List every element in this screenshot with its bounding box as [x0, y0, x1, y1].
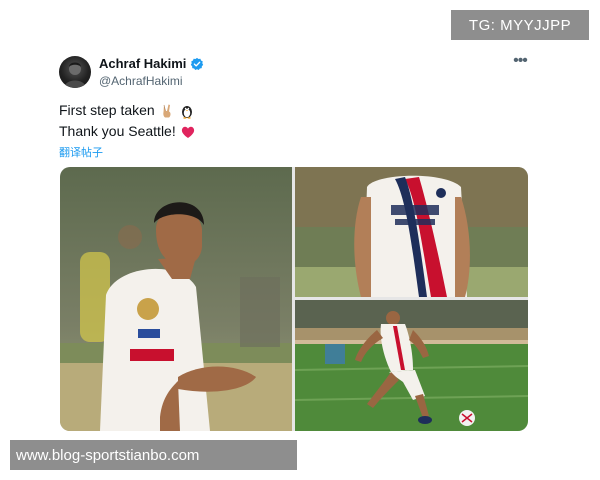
site-watermark: www.blog-sportstianbo.com [10, 440, 297, 470]
photo-jersey-closeup[interactable] [295, 167, 528, 297]
avatar[interactable] [59, 56, 91, 88]
verified-badge-icon [190, 57, 204, 71]
author-handle[interactable]: @AchrafHakimi [99, 74, 183, 88]
photo-player-kicking-ball[interactable] [295, 300, 528, 431]
photo-player-clapping[interactable] [60, 167, 292, 431]
more-options-icon[interactable]: ••• [511, 53, 529, 70]
tweet-line-text: Thank you Seattle! [59, 123, 176, 139]
media-grid [60, 167, 528, 431]
tweet-card: Achraf Hakimi @AchrafHakimi ••• First st… [48, 42, 544, 436]
translate-post-link[interactable]: 翻译帖子 [59, 144, 103, 160]
author-name-row: Achraf Hakimi [99, 56, 204, 71]
penguin-icon [179, 103, 195, 119]
telegram-watermark: TG: MYYJJPP [451, 10, 589, 40]
tweet-line-text: First step taken [59, 102, 155, 118]
red-heart-icon [180, 124, 196, 140]
tweet-text: First step taken Thank you Seattle! [59, 100, 196, 142]
tweet-line-2: Thank you Seattle! [59, 121, 196, 142]
tweet-line-1: First step taken [59, 100, 196, 121]
author-display-name[interactable]: Achraf Hakimi [99, 56, 186, 71]
victory-hand-icon [159, 103, 175, 119]
